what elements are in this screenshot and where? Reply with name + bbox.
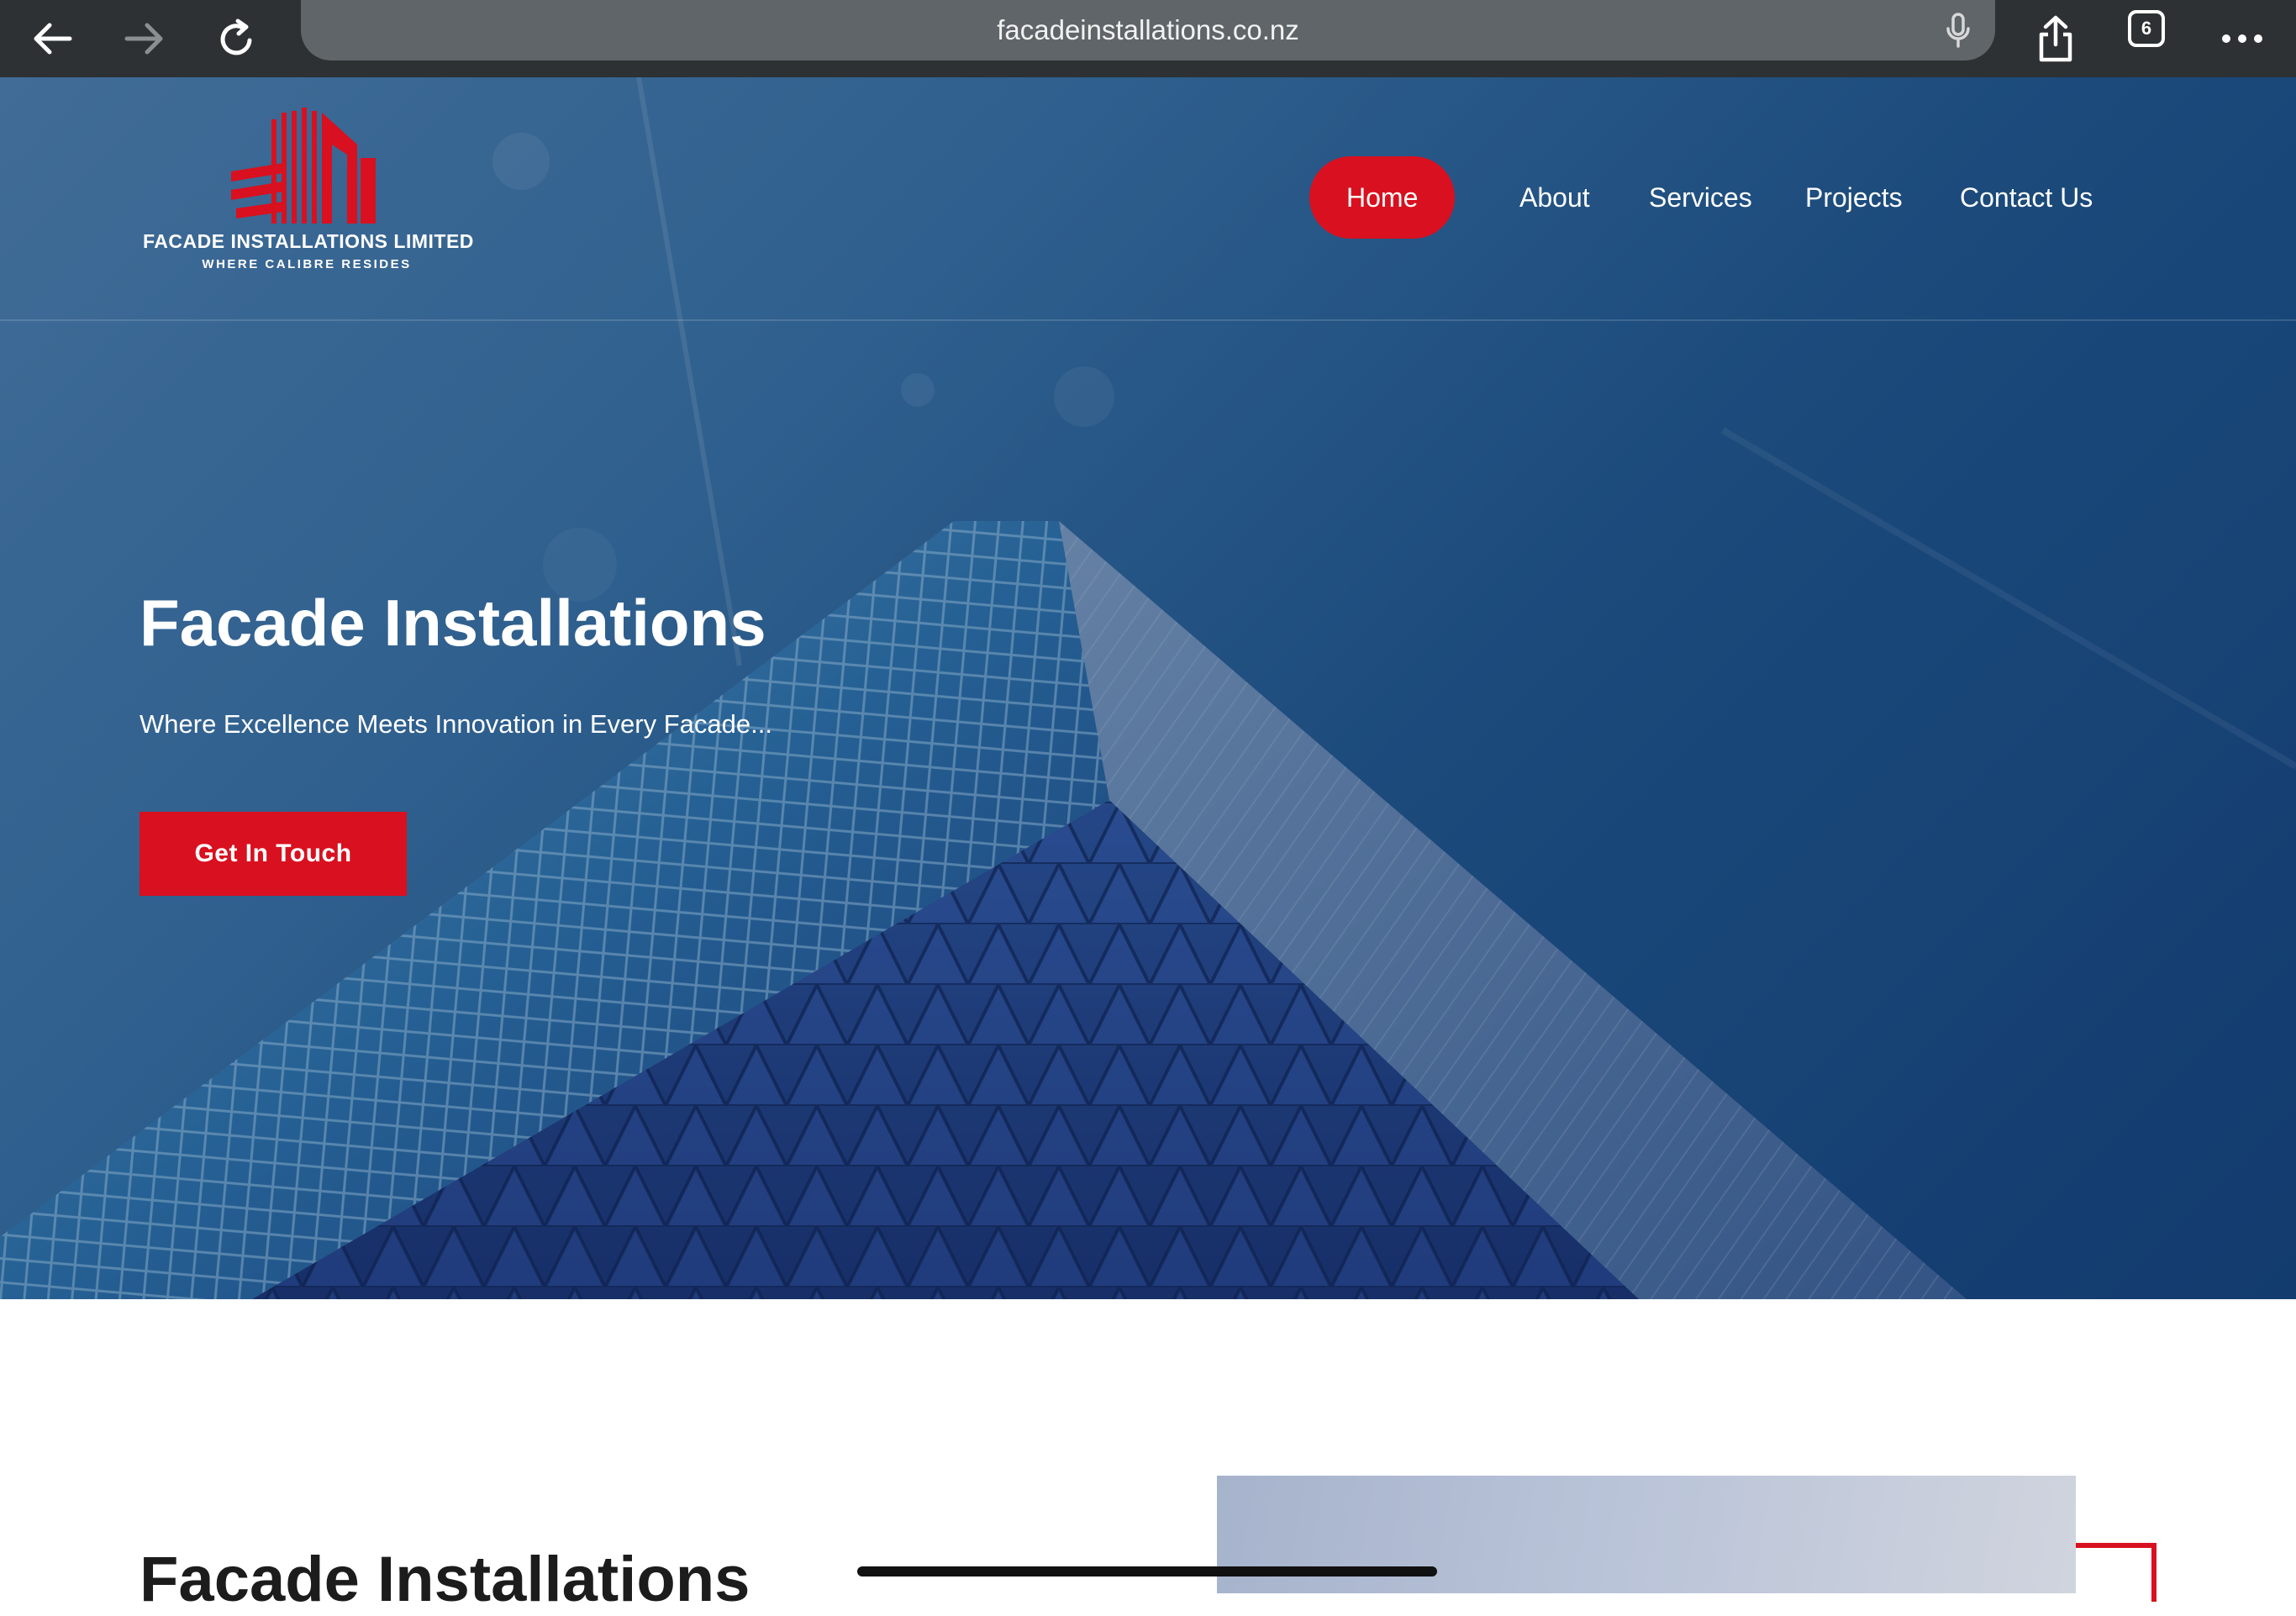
back-button[interactable] <box>10 0 94 77</box>
nav-contact-us[interactable]: Contact Us <box>1960 156 2093 239</box>
forward-button[interactable] <box>103 0 187 77</box>
address-bar[interactable]: facadeinstallations.co.nz <box>301 0 1995 61</box>
reload-button[interactable] <box>195 0 279 77</box>
forward-arrow-icon <box>124 23 163 55</box>
share-button[interactable] <box>2014 0 2098 77</box>
hero-section: FACADE INSTALLATIONS LIMITED WHERE CALIB… <box>0 77 2296 1299</box>
intro-section: Facade Installations <box>0 1299 2296 1615</box>
hero-subtitle: Where Excellence Meets Innovation in Eve… <box>140 709 772 739</box>
microphone-icon[interactable] <box>1941 12 1975 49</box>
more-dots-icon <box>2222 34 2262 43</box>
tab-count-button[interactable]: 6 <box>2128 10 2165 47</box>
site-logo[interactable]: FACADE INSTALLATIONS LIMITED WHERE CALIB… <box>143 108 474 284</box>
url-text: facadeinstallations.co.nz <box>997 14 1299 45</box>
site-header: FACADE INSTALLATIONS LIMITED WHERE CALIB… <box>0 77 2296 321</box>
home-indicator[interactable] <box>857 1566 1437 1577</box>
reload-icon <box>220 18 252 55</box>
nav-projects[interactable]: Projects <box>1805 156 1903 239</box>
back-arrow-icon <box>34 23 72 55</box>
logo-company-name: FACADE INSTALLATIONS LIMITED <box>143 230 474 252</box>
nav-about[interactable]: About <box>1519 156 1590 239</box>
decorative-red-frame <box>2076 1543 2156 1602</box>
logo-tagline: WHERE CALIBRE RESIDES <box>202 257 412 271</box>
get-in-touch-button[interactable]: Get In Touch <box>140 812 407 896</box>
nav-home[interactable]: Home <box>1309 156 1456 239</box>
hero-title: Facade Installations <box>140 586 766 660</box>
share-icon <box>2039 15 2072 62</box>
nav-services[interactable]: Services <box>1649 156 1752 239</box>
browser-toolbar: facadeinstallations.co.nz 6 <box>0 0 2296 77</box>
intro-title: Facade Installations <box>140 1544 750 1615</box>
more-menu-button[interactable] <box>2200 0 2284 77</box>
building-logo-icon <box>231 108 376 224</box>
